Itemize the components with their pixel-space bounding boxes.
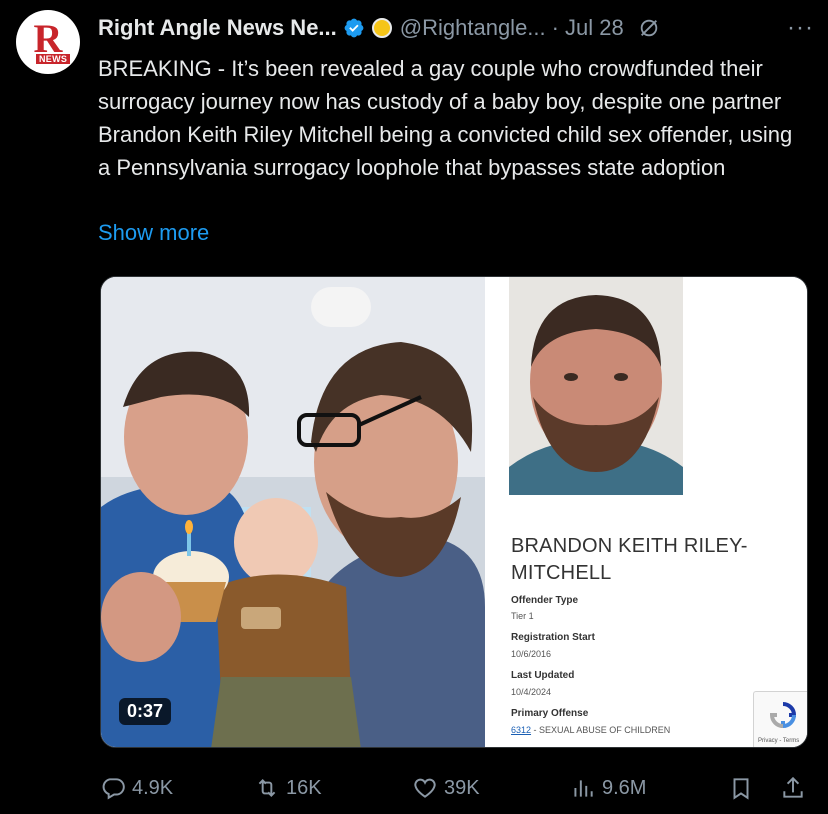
field-label-last-updated: Last Updated: [511, 670, 575, 681]
reply-button[interactable]: 4.9K: [100, 775, 173, 801]
verified-badge-icon: [344, 18, 364, 38]
reply-icon: [102, 778, 125, 800]
offense-description: - SEXUAL ABUSE OF CHILDREN: [531, 725, 671, 735]
field-value-last-updated: 10/4/2024: [511, 687, 552, 697]
repost-button[interactable]: 16K: [254, 775, 322, 801]
field-value-primary-offense: 6312 - SEXUAL ABUSE OF CHILDREN: [511, 725, 670, 735]
offender-name: BRANDON KEITH RILEY-MITCHELL: [511, 535, 748, 584]
reply-count: 4.9K: [132, 776, 174, 799]
offense-code-link[interactable]: 6312: [511, 725, 531, 735]
avatar-logo-letter: R: [33, 16, 63, 61]
account-name[interactable]: Right Angle News Ne...: [98, 15, 337, 41]
header-separator: ·: [551, 15, 559, 40]
show-more-link[interactable]: Show more: [98, 220, 209, 246]
tweet-media[interactable]: 0:37 BRANDON KEITH RILEY-MITCHELL Offend…: [100, 276, 808, 748]
recaptcha-badge[interactable]: Privacy - Terms: [753, 691, 807, 747]
like-count: 39K: [444, 776, 480, 799]
like-button[interactable]: 39K: [412, 775, 480, 801]
tweet-text: BREAKING - It’s been revealed a gay coup…: [98, 56, 793, 180]
field-value-offender-type: Tier 1: [511, 611, 534, 621]
account-handle[interactable]: @Rightangle...: [400, 15, 546, 41]
video-thumbnail[interactable]: 0:37: [101, 277, 485, 747]
more-options-button[interactable]: ···: [787, 14, 814, 42]
field-value-registration-start: 10/6/2016: [511, 649, 552, 659]
tweet-header: Right Angle News Ne... @Rightangle... · …: [98, 12, 814, 44]
share-icon: [783, 776, 803, 798]
avatar-logo-news: NEWS: [36, 54, 71, 64]
tweet-action-bar: 4.9K 16K 39K 9.6M: [100, 770, 812, 806]
share-button[interactable]: [780, 775, 812, 801]
mugshot-photo: [509, 277, 683, 495]
field-label-primary-offense: Primary Offense: [511, 708, 589, 719]
video-frame-image: [101, 277, 485, 747]
view-count: 9.6M: [602, 776, 647, 799]
recaptcha-links[interactable]: Privacy - Terms: [758, 738, 799, 744]
tweet-date[interactable]: Jul 28: [565, 15, 624, 41]
bookmark-icon: [733, 778, 749, 800]
field-label-offender-type: Offender Type: [511, 595, 579, 606]
bookmark-button[interactable]: [728, 775, 760, 801]
repost-icon: [258, 779, 276, 797]
analytics-icon: [574, 780, 593, 797]
offender-registry-card: BRANDON KEITH RILEY-MITCHELL Offender Ty…: [485, 277, 807, 747]
repost-count: 16K: [286, 776, 322, 799]
account-avatar[interactable]: R NEWS: [16, 10, 80, 74]
field-label-registration-start: Registration Start: [511, 632, 595, 643]
views-button[interactable]: 9.6M: [570, 775, 646, 801]
video-duration-badge: 0:37: [119, 698, 172, 725]
recaptcha-icon: [769, 702, 797, 729]
grok-icon[interactable]: [638, 17, 660, 39]
affiliate-badge-icon: [371, 18, 392, 38]
heart-icon: [414, 778, 436, 798]
